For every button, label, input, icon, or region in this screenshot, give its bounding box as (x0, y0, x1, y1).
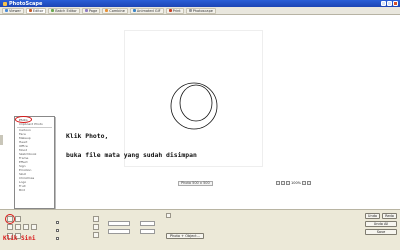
panel-splitter-handle[interactable] (0, 135, 3, 145)
page-icon (84, 9, 88, 12)
combine-icon (105, 9, 109, 12)
viewer-icon (5, 9, 8, 12)
photo-object-button[interactable]: Photo + Object... (166, 233, 204, 239)
zoom-in-button[interactable] (281, 181, 285, 185)
bottom-toolbar: Photo + Object... Undo Redo Undo All Sav… (0, 209, 400, 250)
bottom-highlight-circle (5, 214, 15, 224)
fill-field[interactable] (108, 221, 130, 226)
close-button[interactable] (393, 1, 398, 6)
tab-print[interactable]: Print (165, 7, 184, 14)
annotation-instruction: buka file mata yang sudah disimpan (66, 151, 197, 159)
opacity-field-2[interactable] (140, 229, 155, 234)
text-tool-button[interactable] (15, 216, 21, 222)
option-checkbox-1[interactable] (56, 221, 59, 224)
photo-size-label: Photo 500 x 500 (178, 180, 213, 186)
batch-editor-icon (51, 9, 55, 12)
tab-combine[interactable]: Combine (102, 7, 128, 14)
option-checkbox-3[interactable] (56, 237, 59, 240)
object-dropdown-menu: Photo Clipboard Photo Cartoon Face Makeu… (14, 116, 55, 209)
tab-batch-editor[interactable]: Batch Editor (48, 7, 80, 14)
tab-animated-gif[interactable]: Animated GIF (129, 7, 164, 14)
width-field[interactable] (108, 229, 130, 234)
photo-status-bar: Photo 500 x 500 100% (121, 180, 400, 186)
save-button[interactable]: Save (365, 229, 397, 235)
line-tool-button[interactable] (23, 224, 29, 230)
redo-button[interactable]: Redo (382, 213, 397, 219)
photo-canvas[interactable] (124, 30, 263, 167)
zoom-fit-button[interactable] (286, 181, 290, 185)
opacity-field-1[interactable] (140, 221, 155, 226)
annotation-klik-sini: Klik Sini (3, 235, 36, 242)
eye-shape-drawing (170, 82, 218, 130)
shape-tool-button[interactable] (15, 224, 21, 230)
photoscape-icon (188, 9, 192, 12)
zoom-controls: 100% (276, 181, 312, 185)
window-title: PhotoScape (9, 0, 43, 7)
box-tool-button[interactable] (31, 224, 37, 230)
minimize-button[interactable] (381, 1, 386, 6)
photoscape-app-icon (3, 1, 7, 6)
zoom-level: 100% (291, 181, 302, 185)
annotation-klik-photo: Klik Photo, (66, 132, 109, 140)
zoom-out-button[interactable] (276, 181, 280, 185)
menu-item-bird[interactable]: Bird (15, 188, 54, 192)
stamp-tool-button[interactable] (93, 232, 99, 238)
undo-all-button[interactable]: Undo All (365, 221, 397, 227)
rotate-left-button[interactable] (302, 181, 307, 185)
option-checkbox-2[interactable] (56, 229, 59, 232)
window-titlebar: PhotoScape (0, 0, 400, 7)
photo-highlight-circle (15, 116, 32, 123)
tab-editor[interactable]: Editor (25, 7, 47, 14)
select-arrow-icon[interactable] (166, 213, 171, 218)
tab-viewer[interactable]: Viewer (2, 7, 24, 14)
balloon-tool-button[interactable] (7, 224, 13, 230)
module-tab-bar: Viewer Editor Batch Editor Page Combine … (0, 7, 400, 15)
editor-icon (28, 9, 32, 12)
undo-button[interactable]: Undo (365, 213, 380, 219)
window-controls (381, 1, 398, 6)
brush-tool-button[interactable] (93, 224, 99, 230)
print-icon (168, 9, 172, 12)
animated-gif-icon (132, 9, 136, 12)
tab-page[interactable]: Page (81, 7, 101, 14)
color-picker-button[interactable] (93, 216, 99, 222)
rotate-right-button[interactable] (307, 181, 312, 185)
tab-photoscape[interactable]: Photoscape (185, 7, 216, 14)
maximize-button[interactable] (387, 1, 392, 6)
